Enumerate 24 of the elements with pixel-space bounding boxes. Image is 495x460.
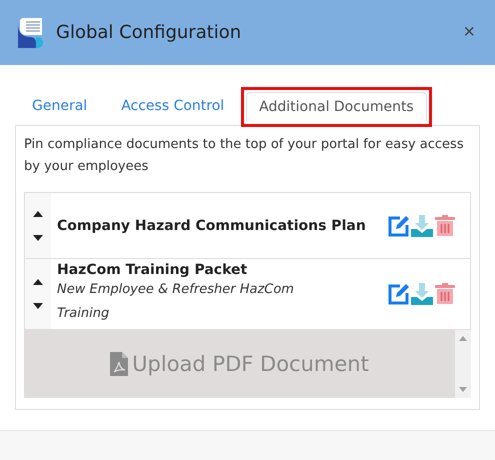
description-text: Pin compliance documents to the top of your portal for easy access by your employees — [24, 136, 465, 176]
pdf-file-icon — [110, 352, 128, 376]
logo-icon — [16, 16, 46, 48]
move-down-button[interactable] — [32, 301, 44, 311]
close-button[interactable]: × — [459, 21, 479, 44]
move-up-button[interactable] — [32, 208, 44, 218]
download-icon[interactable] — [411, 283, 433, 305]
document-title: Company Hazard Communications Plan — [57, 218, 367, 234]
delete-icon[interactable] — [434, 283, 456, 305]
edit-icon[interactable] — [388, 214, 410, 236]
delete-icon[interactable] — [434, 214, 456, 236]
scrollbar[interactable] — [455, 330, 471, 398]
document-subtitle: New Employee & Refresher HazCom Training — [57, 281, 295, 323]
scroll-up-icon[interactable] — [459, 336, 467, 341]
move-up-button[interactable] — [32, 277, 44, 287]
tab[interactable]: Access Control — [104, 87, 242, 125]
tab[interactable]: General — [15, 87, 104, 125]
tab[interactable]: Additional Documents — [246, 92, 427, 122]
dialog-title: Global Configuration — [56, 22, 242, 43]
edit-icon[interactable] — [388, 283, 410, 305]
move-down-button[interactable] — [32, 232, 44, 242]
scroll-down-icon[interactable] — [459, 387, 467, 392]
document-title: HazCom Training Packet — [57, 262, 248, 278]
download-icon[interactable] — [411, 214, 433, 236]
